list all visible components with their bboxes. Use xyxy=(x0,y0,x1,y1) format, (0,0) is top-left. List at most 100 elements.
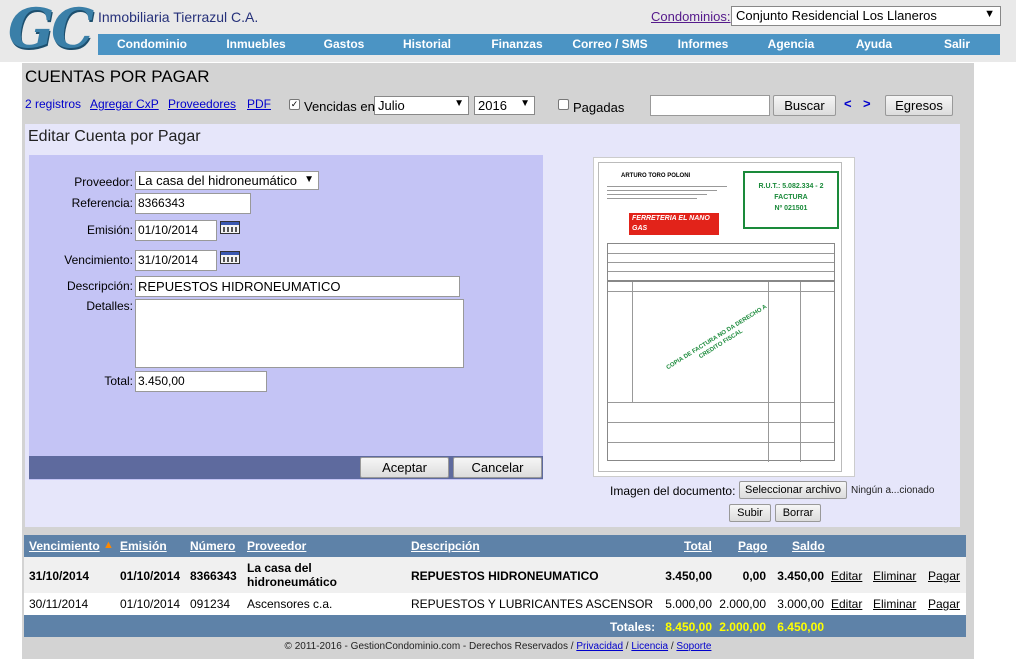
invoice-rut: R.U.T.: 5.082.334 - 2 xyxy=(758,183,824,190)
condominio-select[interactable]: Conjunto Residencial Los Llaneros ▼ xyxy=(731,6,1001,26)
month-select[interactable]: Julio ▼ xyxy=(374,96,469,115)
add-cxp-link[interactable]: Agregar CxP xyxy=(90,97,159,111)
details-label: Detalles: xyxy=(86,299,133,313)
top-header: GC Inmobiliaria Tierrazul C.A. Condomini… xyxy=(0,0,1016,62)
condominios-link[interactable]: Condominios: xyxy=(651,9,731,24)
sort-up-icon: ▲ xyxy=(103,539,114,551)
providers-link[interactable]: Proveedores xyxy=(168,97,236,111)
table-row: 30/11/2014 01/10/2014 091234 Ascensores … xyxy=(24,593,966,615)
nav-agencia[interactable]: Agencia xyxy=(748,34,834,55)
clear-button[interactable]: Borrar xyxy=(775,504,821,522)
description-input[interactable]: REPUESTOS HIDRONEUMATICO xyxy=(135,276,460,297)
toolbar: 2 registros Agregar CxP Proveedores PDF … xyxy=(25,95,970,119)
table-header: Vencimiento ▲ Emisión Número Proveedor D… xyxy=(24,535,966,557)
footer: © 2011-2016 - GestionCondominio.com - De… xyxy=(284,641,712,652)
cell-provider-line1: Ascensores c.a. xyxy=(247,597,333,611)
pdf-link[interactable]: PDF xyxy=(247,97,271,111)
details-textarea[interactable] xyxy=(135,299,464,368)
nav-historial[interactable]: Historial xyxy=(382,34,472,55)
company-name: Inmobiliaria Tierrazul C.A. xyxy=(98,9,259,25)
chevron-down-icon: ▼ xyxy=(304,174,314,185)
header-due[interactable]: Vencimiento xyxy=(29,539,100,553)
copyright-text: © 2011-2016 - GestionCondominio.com - De… xyxy=(284,641,574,652)
overdue-checkbox[interactable]: ✓ xyxy=(289,99,300,110)
total-label: Total: xyxy=(104,374,133,388)
cell-paid: 2.000,00 xyxy=(719,597,766,611)
cell-balance: 3.450,00 xyxy=(777,569,824,583)
header-total[interactable]: Total xyxy=(684,539,712,553)
privacy-link[interactable]: Privacidad xyxy=(576,641,623,652)
next-arrow-icon[interactable]: > xyxy=(863,96,871,111)
nav-condominio[interactable]: Condominio xyxy=(98,34,206,55)
provider-value: La casa del hidroneumático xyxy=(138,173,297,188)
calendar-icon[interactable] xyxy=(220,251,240,264)
page-title: CUENTAS POR PAGAR xyxy=(25,67,210,86)
chevron-down-icon: ▼ xyxy=(520,98,530,109)
egresos-button[interactable]: Egresos xyxy=(885,95,953,116)
edit-link[interactable]: Editar xyxy=(831,597,862,611)
provider-select[interactable]: La casa del hidroneumático ▼ xyxy=(135,171,319,190)
delete-link[interactable]: Eliminar xyxy=(873,569,916,583)
license-link[interactable]: Licencia xyxy=(631,641,668,652)
nav-informes[interactable]: Informes xyxy=(658,34,748,55)
nav-inmuebles[interactable]: Inmuebles xyxy=(206,34,306,55)
totals-total: 8.450,00 xyxy=(665,620,712,634)
paid-label: Pagadas xyxy=(573,100,625,115)
header-paid[interactable]: Pago xyxy=(738,539,767,553)
header-balance[interactable]: Saldo xyxy=(792,539,825,553)
issue-date-input[interactable]: 01/10/2014 xyxy=(135,220,217,241)
chevron-down-icon: ▼ xyxy=(984,8,995,20)
edit-panel: Editar Cuenta por Pagar Proveedor: La ca… xyxy=(25,124,960,527)
nav-ayuda[interactable]: Ayuda xyxy=(834,34,914,55)
cell-total: 3.450,00 xyxy=(665,569,712,583)
prev-arrow-icon[interactable]: < xyxy=(844,96,852,111)
cell-issue: 01/10/2014 xyxy=(120,597,181,611)
header-provider[interactable]: Proveedor xyxy=(247,539,306,553)
invoice-paper: ARTURO TORO POLONI FERRETERIA EL NANO GA… xyxy=(598,162,842,472)
document-label: Imagen del documento: xyxy=(610,484,736,498)
select-file-button[interactable]: Seleccionar archivo xyxy=(739,481,847,499)
totals-label: Totales: xyxy=(610,620,656,634)
nav-correo-sms[interactable]: Correo / SMS xyxy=(562,34,658,55)
no-file-text: Ningún a...cionado xyxy=(851,485,935,496)
cell-provider-line1: La casa del xyxy=(247,561,312,575)
cancel-button[interactable]: Cancelar xyxy=(453,457,542,478)
header-number[interactable]: Número xyxy=(190,539,235,553)
cell-provider-line2: hidroneumático xyxy=(247,575,338,589)
invoice-number: Nº 021501 xyxy=(774,205,808,212)
search-input[interactable] xyxy=(650,95,770,116)
nav-finanzas[interactable]: Finanzas xyxy=(472,34,562,55)
description-label: Descripción: xyxy=(66,279,133,293)
edit-link[interactable]: Editar xyxy=(831,569,862,583)
total-input[interactable]: 3.450,00 xyxy=(135,371,267,392)
header-issue[interactable]: Emisión xyxy=(120,539,167,553)
document-image: ARTURO TORO POLONI FERRETERIA EL NANO GA… xyxy=(593,157,855,477)
pay-link[interactable]: Pagar xyxy=(928,569,960,583)
invoice-issuer: ARTURO TORO POLONI xyxy=(621,173,691,179)
calendar-icon[interactable] xyxy=(220,221,240,234)
due-date-input[interactable]: 31/10/2014 xyxy=(135,250,217,271)
cell-total: 5.000,00 xyxy=(665,597,712,611)
accept-button[interactable]: Aceptar xyxy=(360,457,449,478)
pay-link[interactable]: Pagar xyxy=(928,597,960,611)
cell-description: REPUESTOS HIDRONEUMATICO xyxy=(411,569,599,583)
app-logo[interactable]: GC xyxy=(8,0,94,60)
form-action-bar: Aceptar Cancelar xyxy=(29,456,543,479)
delete-link[interactable]: Eliminar xyxy=(873,597,916,611)
invoice-brand: FERRETERIA EL NANO GAS xyxy=(629,213,719,235)
reference-label: Referencia: xyxy=(71,196,133,210)
month-value: Julio xyxy=(378,98,405,113)
nav-salir[interactable]: Salir xyxy=(914,34,1000,55)
reference-input[interactable]: 8366343 xyxy=(135,193,251,214)
main-content: CUENTAS POR PAGAR 2 registros Agregar Cx… xyxy=(22,63,974,659)
search-button[interactable]: Buscar xyxy=(773,95,836,116)
overdue-label: Vencidas en xyxy=(304,99,375,114)
support-link[interactable]: Soporte xyxy=(676,641,711,652)
main-nav: Condominio Inmuebles Gastos Historial Fi… xyxy=(98,34,1000,55)
nav-gastos[interactable]: Gastos xyxy=(306,34,382,55)
header-description[interactable]: Descripción xyxy=(411,539,480,553)
upload-button[interactable]: Subir xyxy=(729,504,771,522)
paid-checkbox[interactable] xyxy=(558,99,569,110)
year-select[interactable]: 2016 ▼ xyxy=(474,96,535,115)
edit-form: Proveedor: La casa del hidroneumático ▼ … xyxy=(29,155,543,480)
